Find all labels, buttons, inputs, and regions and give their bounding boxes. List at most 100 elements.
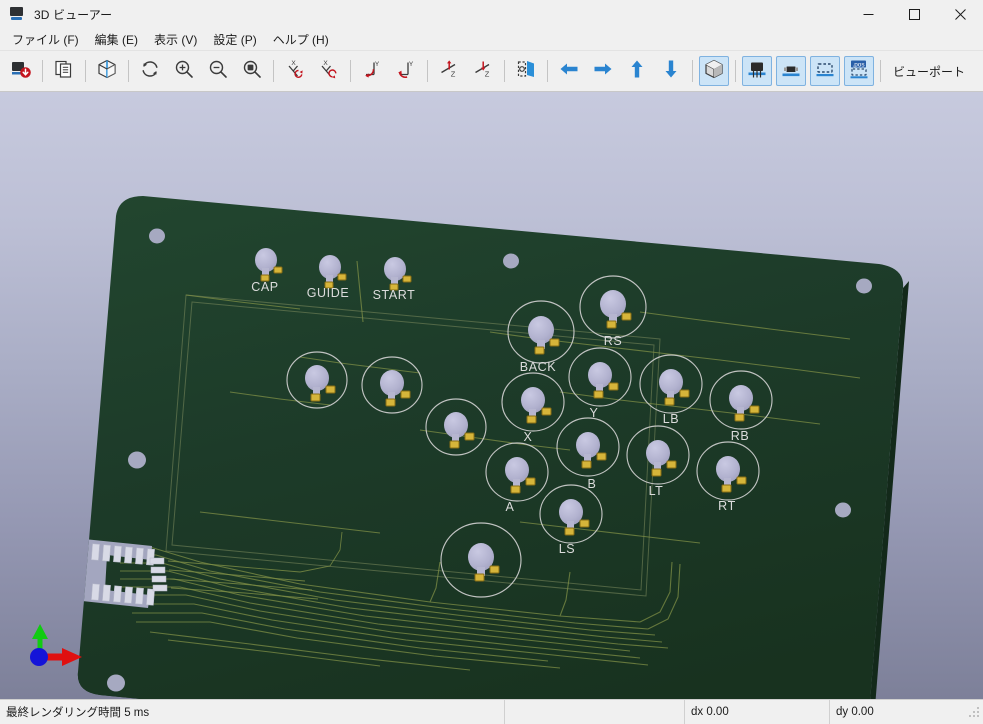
reload-board-button[interactable] — [6, 56, 36, 86]
rotate-x-cw-button[interactable]: X — [314, 56, 344, 86]
menu-file[interactable]: ファイル (F) — [4, 28, 87, 51]
menu-help[interactable]: ヘルプ (H) — [265, 28, 337, 51]
refresh-button[interactable] — [135, 56, 165, 86]
pcb-svg: CAP GUIDE START RS BACK Y LB RB X B LT A… — [77, 196, 909, 699]
designator-back: BACK — [520, 360, 557, 374]
toolbar-separator — [880, 60, 881, 82]
rotate-y-cw-icon: Y — [395, 58, 417, 85]
flip-board-icon — [515, 58, 537, 85]
pcb-render: CAP GUIDE START RS BACK Y LB RB X B LT A… — [0, 92, 983, 699]
designator-ls: LS — [559, 542, 576, 556]
rotate-z-cw-button[interactable]: Z — [468, 56, 498, 86]
move-left-button[interactable] — [554, 56, 584, 86]
designator-rt: RT — [718, 499, 736, 513]
svg-text:X: X — [323, 60, 328, 67]
close-button[interactable] — [937, 0, 983, 28]
toolbar-separator — [350, 60, 351, 82]
designator-y: Y — [590, 406, 599, 420]
arrow-down-icon — [660, 58, 682, 85]
minimize-button[interactable] — [845, 0, 891, 28]
arrow-right-icon — [592, 58, 614, 85]
cube-3d-icon — [96, 58, 118, 85]
copy-icon — [53, 58, 75, 85]
move-up-button[interactable] — [622, 56, 652, 86]
rotate-x-ccw-button[interactable]: X — [280, 56, 310, 86]
status-dy: dy 0.00 — [836, 706, 874, 718]
svg-text:Z: Z — [451, 69, 456, 78]
rotate-y-ccw-button[interactable]: Y — [357, 56, 387, 86]
toggle-orthographic-button[interactable] — [699, 56, 729, 86]
move-down-button[interactable] — [656, 56, 686, 86]
designator-b: B — [588, 477, 597, 491]
menu-edit[interactable]: 編集 (E) — [87, 28, 146, 51]
not-in-pos-icon: .pos — [848, 58, 870, 85]
toolbar-separator — [504, 60, 505, 82]
3d-viewport[interactable]: CAP GUIDE START RS BACK Y LB RB X B LT A… — [0, 92, 983, 699]
menu-view[interactable]: 表示 (V) — [146, 28, 205, 51]
pcb-body — [77, 196, 904, 699]
designator-rb: RB — [731, 429, 750, 443]
menu-bar: ファイル (F) 編集 (E) 表示 (V) 設定 (P) ヘルプ (H) — [0, 28, 983, 51]
window-controls — [845, 0, 983, 28]
designator-rs: RS — [604, 334, 623, 348]
maximize-button[interactable] — [891, 0, 937, 28]
resize-grip[interactable] — [967, 705, 981, 719]
viewport-label: ビューポート — [893, 64, 966, 79]
status-dx: dx 0.00 — [685, 700, 830, 724]
rotate-x-ccw-icon: X — [284, 58, 306, 85]
app-window: 3D ビューアー ファイル (F) 編集 (E) 表示 (V) 設定 (P) ヘ… — [0, 0, 983, 724]
zoom-fit-icon — [241, 58, 263, 85]
move-right-button[interactable] — [588, 56, 618, 86]
toggle-smd-button[interactable] — [776, 56, 806, 86]
rotate-z-ccw-icon: Z — [438, 58, 460, 85]
status-render-time: 最終レンダリング時間 5 ms — [0, 700, 505, 724]
svg-text:Y: Y — [375, 61, 380, 68]
rotate-z-cw-icon: Z — [472, 58, 494, 85]
arrow-left-icon — [558, 58, 580, 85]
flip-board-button[interactable] — [511, 56, 541, 86]
status-middle — [505, 700, 685, 724]
main-toolbar: X X Y Y Z Z .pos ビューポート — [0, 51, 983, 92]
virtual-model-icon — [814, 58, 836, 85]
toolbar-separator — [128, 60, 129, 82]
zoom-out-icon — [207, 58, 229, 85]
toggle-virtual-button[interactable] — [810, 56, 840, 86]
rotate-y-cw-button[interactable]: Y — [391, 56, 421, 86]
zoom-out-button[interactable] — [203, 56, 233, 86]
zoom-in-icon — [173, 58, 195, 85]
designator-start: START — [373, 288, 416, 302]
svg-text:X: X — [291, 60, 296, 67]
toggle-not-in-pos-button[interactable]: .pos — [844, 56, 874, 86]
designator-guide: GUIDE — [307, 286, 350, 300]
designator-lb: LB — [663, 412, 680, 426]
rotate-z-ccw-button[interactable]: Z — [434, 56, 464, 86]
toolbar-separator — [85, 60, 86, 82]
svg-text:Y: Y — [409, 61, 414, 68]
toolbar-separator — [735, 60, 736, 82]
toggle-through-hole-button[interactable] — [742, 56, 772, 86]
toolbar-separator — [273, 60, 274, 82]
svg-text:Z: Z — [485, 69, 490, 78]
menu-preferences[interactable]: 設定 (P) — [205, 28, 264, 51]
zoom-in-button[interactable] — [169, 56, 199, 86]
rotate-y-ccw-icon: Y — [361, 58, 383, 85]
toolbar-separator — [692, 60, 693, 82]
zoom-fit-button[interactable] — [237, 56, 267, 86]
copy-button[interactable] — [49, 56, 79, 86]
toolbar-separator — [547, 60, 548, 82]
designator-cap: CAP — [251, 280, 279, 294]
designator-a: A — [506, 500, 515, 514]
arrow-up-icon — [626, 58, 648, 85]
designator-x: X — [524, 430, 533, 444]
smd-icon — [780, 58, 802, 85]
rotate-x-cw-icon: X — [318, 58, 340, 85]
designator-lt: LT — [649, 484, 664, 498]
refresh-icon — [139, 58, 161, 85]
render-3d-button[interactable] — [92, 56, 122, 86]
through-hole-icon — [746, 58, 768, 85]
svg-text:.pos: .pos — [852, 61, 864, 68]
cube-ortho-icon — [703, 58, 725, 85]
monitor-icon — [9, 6, 25, 22]
window-title: 3D ビューアー — [34, 7, 113, 22]
status-bar: 最終レンダリング時間 5 ms dx 0.00 dy 0.00 — [0, 699, 983, 724]
